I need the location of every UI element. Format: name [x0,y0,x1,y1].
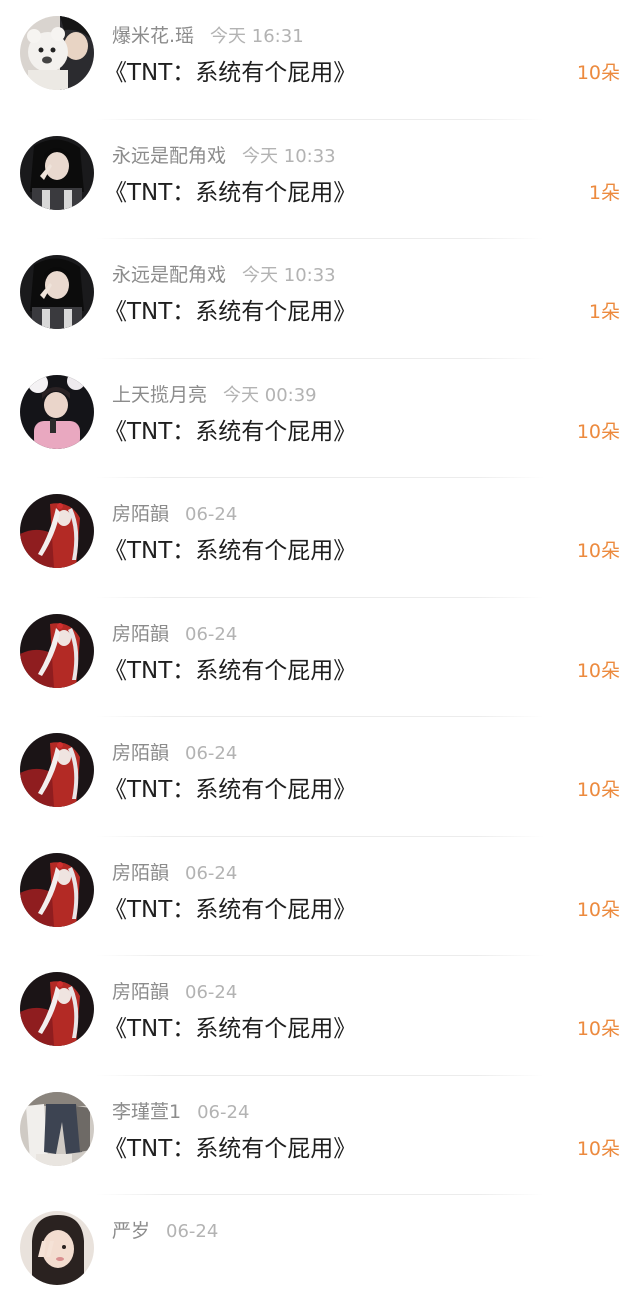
item-meta: 房陌韻 06-24 [112,500,237,528]
avatar-pink-boy-image [20,374,94,449]
gift-count: 10朵 [576,898,620,921]
user-name[interactable]: 房陌韻 [112,623,169,645]
timestamp: 06-24 [166,1221,219,1242]
user-name[interactable]: 房陌韻 [112,503,169,525]
item-meta: 上天揽月亮 今天 00:39 [112,381,317,409]
user-name[interactable]: 上天揽月亮 [112,384,207,406]
avatar-clothes-image [20,1091,94,1166]
avatar[interactable] [20,1091,94,1166]
list-item[interactable]: 房陌韻 06-24 《TNT：系统有个屁用》 10朵 [0,956,640,1076]
gift-count: 10朵 [576,1137,620,1160]
list-item[interactable]: 爆米花.瑶 今天 16:31 《TNT：系统有个屁用》 10朵 [0,0,640,120]
list-item[interactable]: 房陌韻 06-24 《TNT：系统有个屁用》 10朵 [0,837,640,957]
book-title[interactable]: 《TNT：系统有个屁用》 [104,893,356,927]
gift-count: 1朵 [588,301,620,323]
avatar-red-art-image [20,972,94,1046]
avatar[interactable] [20,374,94,449]
avatar[interactable] [20,1211,94,1285]
avatar-red-art-image [20,494,94,568]
gift-count: 10朵 [576,1018,620,1040]
timestamp: 今天 10:33 [242,265,336,286]
book-title[interactable]: 《TNT：系统有个屁用》 [104,1012,356,1046]
avatar-red-art-image [20,613,94,688]
gift-count: 10朵 [576,62,620,84]
item-meta: 房陌韻 06-24 [112,859,237,887]
book-title[interactable]: 《TNT：系统有个屁用》 [104,295,356,329]
avatar[interactable] [20,852,94,927]
gift-count: 10朵 [576,540,620,562]
avatar-red-art-image [20,733,94,807]
book-title[interactable]: 《TNT：系统有个屁用》 [104,534,356,568]
item-meta: 永远是配角戏 今天 10:33 [112,142,336,170]
item-meta: 爆米花.瑶 今天 16:31 [112,22,304,50]
user-name[interactable]: 永远是配角戏 [112,264,226,286]
timestamp: 06-24 [185,504,238,525]
book-title[interactable]: 《TNT：系统有个屁用》 [104,176,356,210]
gift-record-list: 爆米花.瑶 今天 16:31 《TNT：系统有个屁用》 10朵 永远是配角戏 今天 … [0,0,640,1315]
book-title[interactable]: 《TNT：系统有个屁用》 [104,1132,356,1166]
item-meta: 房陌韻 06-24 [112,739,237,767]
avatar[interactable] [20,16,94,90]
avatar-white-teddy-image [20,16,94,90]
list-item[interactable]: 永远是配角戏 今天 10:33 《TNT：系统有个屁用》 1朵 [0,120,640,240]
item-meta: 房陌韻 06-24 [112,978,237,1006]
book-title[interactable]: 《TNT：系统有个屁用》 [104,56,356,90]
gift-count: 10朵 [576,659,620,682]
user-name[interactable]: 房陌韻 [112,981,169,1003]
list-item[interactable]: 房陌韻 06-24 《TNT：系统有个屁用》 10朵 [0,598,640,718]
avatar[interactable] [20,733,94,807]
timestamp: 今天 16:31 [210,26,304,47]
gift-count: 10朵 [576,420,620,443]
avatar[interactable] [20,494,94,568]
avatar[interactable] [20,972,94,1046]
avatar-red-art-image [20,852,94,927]
list-item[interactable]: 严岁 06-24 [0,1195,640,1315]
timestamp: 今天 00:39 [223,384,317,406]
user-name[interactable]: 永远是配角戏 [112,145,226,167]
gift-count: 10朵 [576,779,620,801]
list-item[interactable]: 李瑾萱1 06-24 《TNT：系统有个屁用》 10朵 [0,1076,640,1196]
item-meta: 严岁 06-24 [112,1217,218,1245]
list-item[interactable]: 房陌韻 06-24 《TNT：系统有个屁用》 10朵 [0,478,640,598]
item-meta: 永远是配角戏 今天 10:33 [112,261,336,289]
item-meta: 李瑾萱1 06-24 [112,1098,249,1126]
book-title[interactable]: 《TNT：系统有个屁用》 [104,773,356,807]
avatar-dark-girl-image [20,255,94,329]
book-title[interactable]: 《TNT：系统有个屁用》 [104,654,356,688]
list-item[interactable]: 房陌韻 06-24 《TNT：系统有个屁用》 10朵 [0,717,640,837]
avatar-dark-girl-image [20,135,94,210]
list-item[interactable]: 永远是配角戏 今天 10:33 《TNT：系统有个屁用》 1朵 [0,239,640,359]
timestamp: 今天 10:33 [242,145,336,167]
user-name[interactable]: 爆米花.瑶 [112,25,194,47]
item-meta: 房陌韻 06-24 [112,620,237,648]
user-name[interactable]: 李瑾萱1 [112,1101,181,1123]
timestamp: 06-24 [197,1101,250,1123]
list-item[interactable]: 上天揽月亮 今天 00:39 《TNT：系统有个屁用》 10朵 [0,359,640,479]
avatar[interactable] [20,135,94,210]
timestamp: 06-24 [185,743,238,764]
timestamp: 06-24 [185,862,238,884]
book-title[interactable]: 《TNT：系统有个屁用》 [104,415,356,449]
avatar-peace-girl-image [20,1211,94,1285]
timestamp: 06-24 [185,982,238,1003]
avatar[interactable] [20,613,94,688]
gift-count: 1朵 [588,181,620,204]
user-name[interactable]: 房陌韻 [112,742,169,764]
user-name[interactable]: 严岁 [112,1220,150,1242]
avatar[interactable] [20,255,94,329]
user-name[interactable]: 房陌韻 [112,862,169,884]
timestamp: 06-24 [185,623,238,645]
